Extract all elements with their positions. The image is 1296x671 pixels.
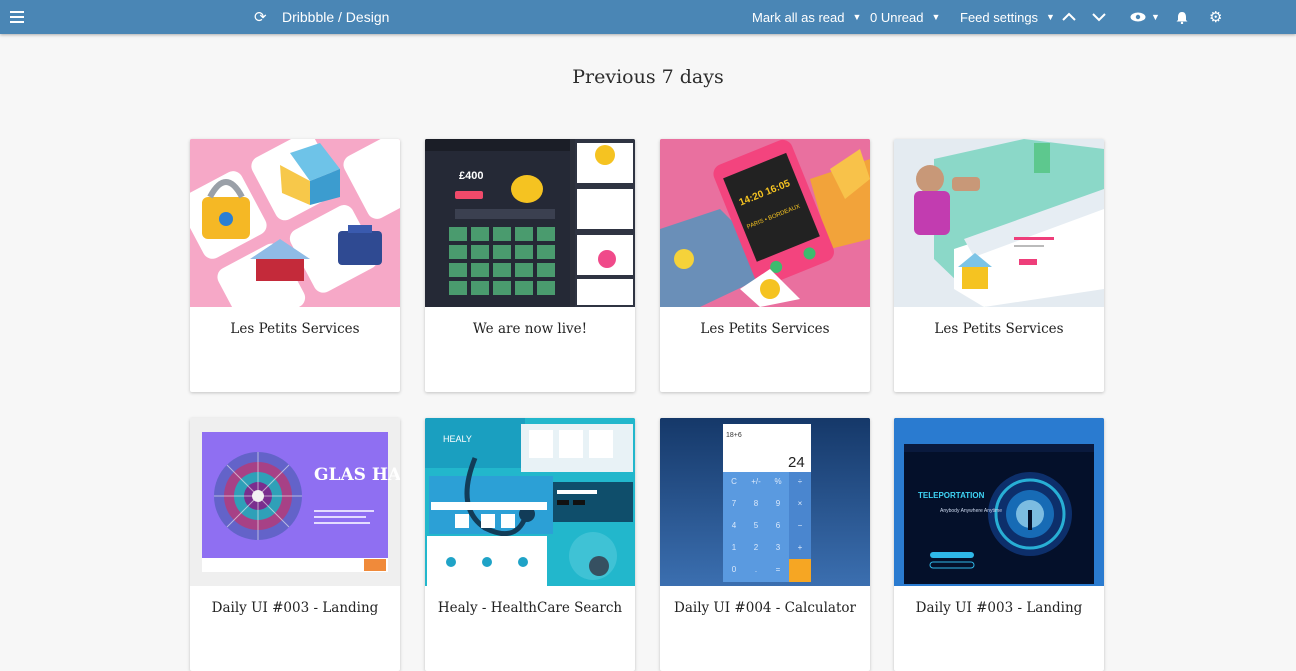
feed-card[interactable]: TELEPORTATION Anybody Anywhere Anytime D…	[894, 418, 1104, 671]
calc-key: 7	[732, 499, 737, 508]
bell-icon[interactable]	[1176, 0, 1188, 34]
calc-key: C	[731, 477, 737, 486]
calc-key: +	[798, 543, 803, 552]
chevron-down-icon: ▼	[931, 12, 941, 22]
card-title[interactable]: We are now live!	[425, 321, 635, 337]
healy-text: HEALY	[443, 434, 472, 444]
calc-key: 0	[732, 565, 737, 574]
top-bar: ⟳ Dribbble / Design Mark all as read ▼ 0…	[0, 0, 1296, 34]
feed-settings-label: Feed settings	[960, 9, 1039, 25]
feed-settings-button[interactable]: Feed settings ▼	[960, 0, 1055, 34]
calc-key: ÷	[798, 477, 803, 486]
eye-icon	[1130, 12, 1146, 22]
feed-card[interactable]: GLAS HAUS Daily UI #003 - Landing	[190, 418, 400, 671]
calc-key: .	[755, 565, 757, 574]
refresh-icon[interactable]: ⟳	[254, 0, 267, 34]
view-mode-button[interactable]: ▼	[1130, 0, 1160, 34]
chevron-down-icon: ▼	[852, 12, 862, 22]
card-title[interactable]: Les Petits Services	[894, 321, 1104, 337]
arrow-down-icon[interactable]	[1092, 0, 1106, 34]
card-title[interactable]: Les Petits Services	[190, 321, 400, 337]
calc-key: =	[776, 565, 781, 574]
card-thumbnail: 18+6 24 C +/-% ÷ 7 8 9 × 4 5 6 − 1 2 3 +0. =	[660, 418, 870, 586]
calc-key: 1	[732, 543, 737, 552]
calc-key: %	[774, 477, 781, 486]
menu-icon[interactable]	[10, 0, 26, 34]
feed-card[interactable]: Les Petits Services	[894, 139, 1104, 392]
calc-key: 4	[732, 521, 737, 530]
teleport-tagline: Anybody Anywhere Anytime	[940, 508, 1002, 514]
unread-count-label: 0 Unread	[870, 9, 924, 25]
card-thumbnail: GLAS HAUS	[190, 418, 400, 586]
feed-card[interactable]: Les Petits Services	[190, 139, 400, 392]
calc-key: 3	[776, 543, 781, 552]
feed-title[interactable]: Dribbble / Design	[282, 0, 389, 34]
chevron-down-icon: ▼	[1151, 12, 1160, 22]
calc-key: ×	[798, 499, 803, 508]
calc-key: 2	[754, 543, 759, 552]
calc-key: +/-	[751, 477, 761, 486]
card-thumbnail: £400	[425, 139, 635, 307]
teleportation-text: TELEPORTATION	[918, 491, 985, 500]
calc-key: 8	[754, 499, 759, 508]
card-thumbnail	[190, 139, 400, 307]
calc-key: 5	[754, 521, 759, 530]
unread-filter-button[interactable]: 0 Unread ▼	[870, 0, 940, 34]
lottery-price-text: £400	[459, 170, 483, 182]
calc-result: 24	[788, 454, 805, 471]
arrow-up-icon[interactable]	[1062, 0, 1076, 34]
feed-card[interactable]: 14:20 16:05 PARIS • BORDEAUX Les Petits …	[660, 139, 870, 392]
feed-card[interactable]: HEALY Healy - HealthCare Search	[425, 418, 635, 671]
section-heading: Previous 7 days	[572, 66, 724, 88]
calc-expression: 18+6	[726, 432, 742, 439]
calc-key: −	[798, 521, 803, 530]
card-thumbnail: TELEPORTATION Anybody Anywhere Anytime	[894, 418, 1104, 586]
card-thumbnail: 14:20 16:05 PARIS • BORDEAUX	[660, 139, 870, 307]
card-title[interactable]: Les Petits Services	[660, 321, 870, 337]
feed-card[interactable]: £400 We are now live!	[425, 139, 635, 392]
mark-all-label: Mark all as read	[752, 9, 845, 25]
feed-card[interactable]: 18+6 24 C +/-% ÷ 7 8 9 × 4 5 6−1 2 3 +0. = Daily UI #…	[660, 418, 870, 671]
gear-icon[interactable]: ⚙	[1209, 0, 1222, 34]
glas-haus-text: GLAS HAUS	[314, 465, 400, 485]
card-thumbnail: HEALY	[425, 418, 635, 586]
card-thumbnail	[894, 139, 1104, 307]
calc-key: 9	[776, 499, 781, 508]
chevron-down-icon: ▼	[1046, 12, 1055, 22]
calc-key: 6	[776, 521, 781, 530]
mark-all-as-read-button[interactable]: Mark all as read ▼	[752, 0, 861, 34]
